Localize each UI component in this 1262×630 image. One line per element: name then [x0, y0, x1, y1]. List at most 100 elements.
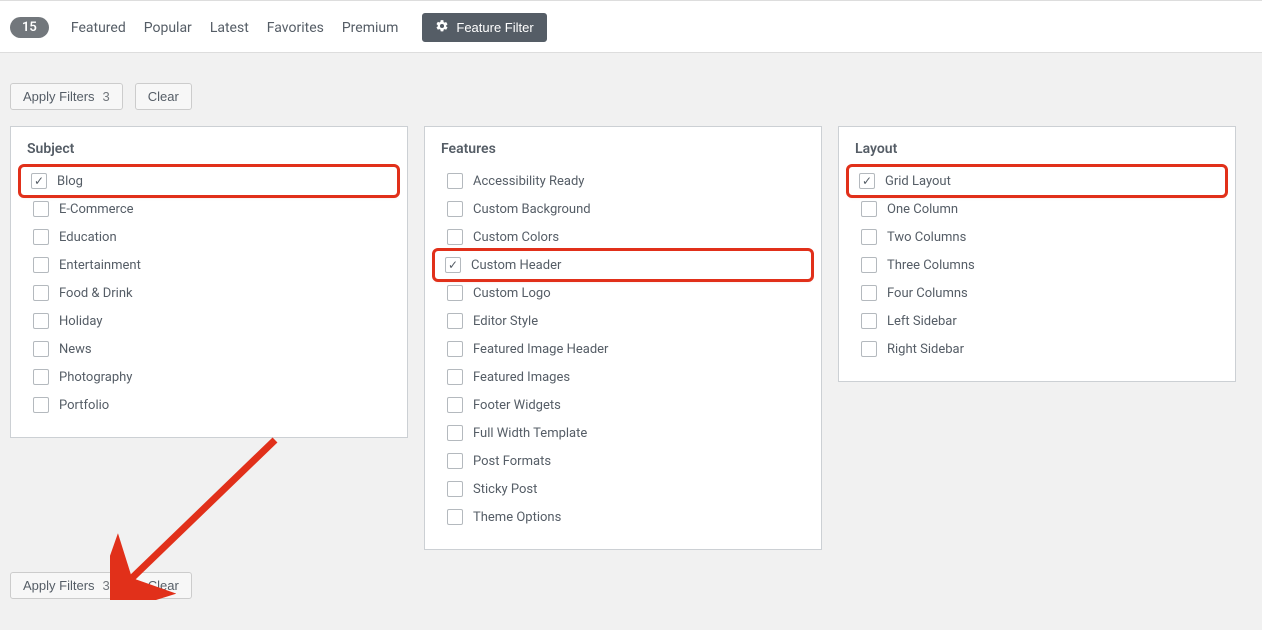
filter-option[interactable]: One Column	[845, 195, 1229, 223]
checkbox-icon[interactable]	[861, 201, 877, 217]
checkbox-icon[interactable]	[33, 201, 49, 217]
checkbox-icon[interactable]	[33, 397, 49, 413]
checkbox-icon[interactable]	[447, 285, 463, 301]
filter-option-label: Custom Logo	[473, 286, 551, 301]
clear-button-top[interactable]: Clear	[135, 83, 192, 110]
apply-filters-button-bottom[interactable]: Apply Filters 3	[10, 572, 123, 599]
filter-option[interactable]: Right Sidebar	[845, 335, 1229, 363]
filter-option[interactable]: Featured Images	[431, 363, 815, 391]
filter-option-label: Holiday	[59, 314, 102, 329]
tab-premium[interactable]: Premium	[342, 20, 399, 36]
filter-option[interactable]: Education	[17, 223, 401, 251]
clear-label: Clear	[148, 89, 179, 104]
clear-button-bottom[interactable]: Clear	[135, 572, 192, 599]
filter-option-label: Right Sidebar	[887, 342, 964, 357]
checkbox-icon[interactable]	[447, 509, 463, 525]
checkbox-icon[interactable]	[33, 229, 49, 245]
tab-latest[interactable]: Latest	[210, 20, 249, 36]
filter-option[interactable]: Custom Background	[431, 195, 815, 223]
button-row-top: Apply Filters 3 Clear	[0, 53, 1262, 126]
checkbox-icon[interactable]	[33, 369, 49, 385]
checkbox-icon[interactable]	[33, 285, 49, 301]
filter-option[interactable]: Accessibility Ready	[431, 167, 815, 195]
filter-option[interactable]: Custom Colors	[431, 223, 815, 251]
filter-option-label: Two Columns	[887, 230, 966, 245]
filter-option[interactable]: News	[17, 335, 401, 363]
count-badge: 15	[10, 17, 49, 38]
filter-option[interactable]: E-Commerce	[17, 195, 401, 223]
checkbox-icon[interactable]	[33, 341, 49, 357]
filter-option[interactable]: Three Columns	[845, 251, 1229, 279]
panel-subject-title: Subject	[11, 127, 407, 167]
filter-option[interactable]: Post Formats	[431, 447, 815, 475]
filter-option-label: Three Columns	[887, 258, 975, 273]
checkbox-icon[interactable]	[33, 313, 49, 329]
checkbox-icon[interactable]	[447, 425, 463, 441]
filter-option[interactable]: Theme Options	[431, 503, 815, 531]
filter-option[interactable]: Sticky Post	[431, 475, 815, 503]
filter-option-label: Education	[59, 230, 117, 245]
filter-option-label: News	[59, 342, 92, 357]
checkbox-icon[interactable]	[447, 341, 463, 357]
checkbox-icon[interactable]	[445, 257, 461, 273]
filter-option[interactable]: Editor Style	[431, 307, 815, 335]
filter-option[interactable]: Four Columns	[845, 279, 1229, 307]
filter-option-label: E-Commerce	[59, 202, 134, 217]
filter-option-label: Full Width Template	[473, 426, 587, 441]
filter-option-label: Featured Images	[473, 370, 570, 385]
checkbox-icon[interactable]	[861, 313, 877, 329]
filter-option[interactable]: Left Sidebar	[845, 307, 1229, 335]
checkbox-icon[interactable]	[447, 201, 463, 217]
checkbox-icon[interactable]	[861, 285, 877, 301]
checkbox-icon[interactable]	[33, 257, 49, 273]
filter-option[interactable]: Holiday	[17, 307, 401, 335]
filter-option[interactable]: Grid Layout	[849, 167, 1225, 195]
checkbox-icon[interactable]	[447, 313, 463, 329]
filter-option[interactable]: Featured Image Header	[431, 335, 815, 363]
checkbox-icon[interactable]	[447, 173, 463, 189]
filter-option[interactable]: Photography	[17, 363, 401, 391]
checkbox-icon[interactable]	[861, 257, 877, 273]
apply-filters-count-bottom: 3	[103, 578, 110, 593]
filter-option-label: One Column	[887, 202, 958, 217]
filter-option-label: Grid Layout	[885, 174, 951, 189]
feature-filter-label: Feature Filter	[456, 20, 533, 35]
gear-icon	[435, 19, 449, 36]
filter-option-label: Food & Drink	[59, 286, 133, 301]
filter-option-label: Custom Colors	[473, 230, 559, 245]
filter-option[interactable]: Portfolio	[17, 391, 401, 419]
checkbox-icon[interactable]	[447, 397, 463, 413]
checkbox-icon[interactable]	[447, 453, 463, 469]
filter-option[interactable]: Two Columns	[845, 223, 1229, 251]
panel-layout: Layout Grid Layout One Column Two Columns T…	[838, 126, 1236, 382]
feature-filter-button[interactable]: Feature Filter	[422, 13, 546, 42]
filter-option-label: Photography	[59, 370, 132, 385]
apply-filters-button-top[interactable]: Apply Filters 3	[10, 83, 123, 110]
checkbox-icon[interactable]	[859, 173, 875, 189]
filter-option[interactable]: Footer Widgets	[431, 391, 815, 419]
filter-option[interactable]: Food & Drink	[17, 279, 401, 307]
tab-featured[interactable]: Featured	[71, 20, 126, 36]
filter-columns: Subject Blog E-Commerce Education Entertain…	[0, 126, 1262, 550]
filter-option-label: Portfolio	[59, 398, 109, 413]
panel-features: Features Accessibility ReadyCustom Backg…	[424, 126, 822, 550]
tab-popular[interactable]: Popular	[144, 20, 192, 36]
apply-filters-label: Apply Filters	[23, 89, 95, 104]
checkbox-icon[interactable]	[447, 369, 463, 385]
filter-option-label: Custom Background	[473, 202, 591, 217]
checkbox-icon[interactable]	[861, 229, 877, 245]
filter-option-label: Featured Image Header	[473, 342, 608, 357]
filter-option[interactable]: Custom Header	[435, 251, 811, 279]
filter-option[interactable]: Entertainment	[17, 251, 401, 279]
checkbox-icon[interactable]	[31, 173, 47, 189]
filter-option-label: Accessibility Ready	[473, 174, 584, 189]
checkbox-icon[interactable]	[447, 481, 463, 497]
checkbox-icon[interactable]	[861, 341, 877, 357]
panel-layout-title: Layout	[839, 127, 1235, 167]
tab-favorites[interactable]: Favorites	[267, 20, 324, 36]
checkbox-icon[interactable]	[447, 229, 463, 245]
apply-filters-count: 3	[103, 89, 110, 104]
filter-option[interactable]: Blog	[21, 167, 397, 195]
filter-option[interactable]: Full Width Template	[431, 419, 815, 447]
filter-option[interactable]: Custom Logo	[431, 279, 815, 307]
